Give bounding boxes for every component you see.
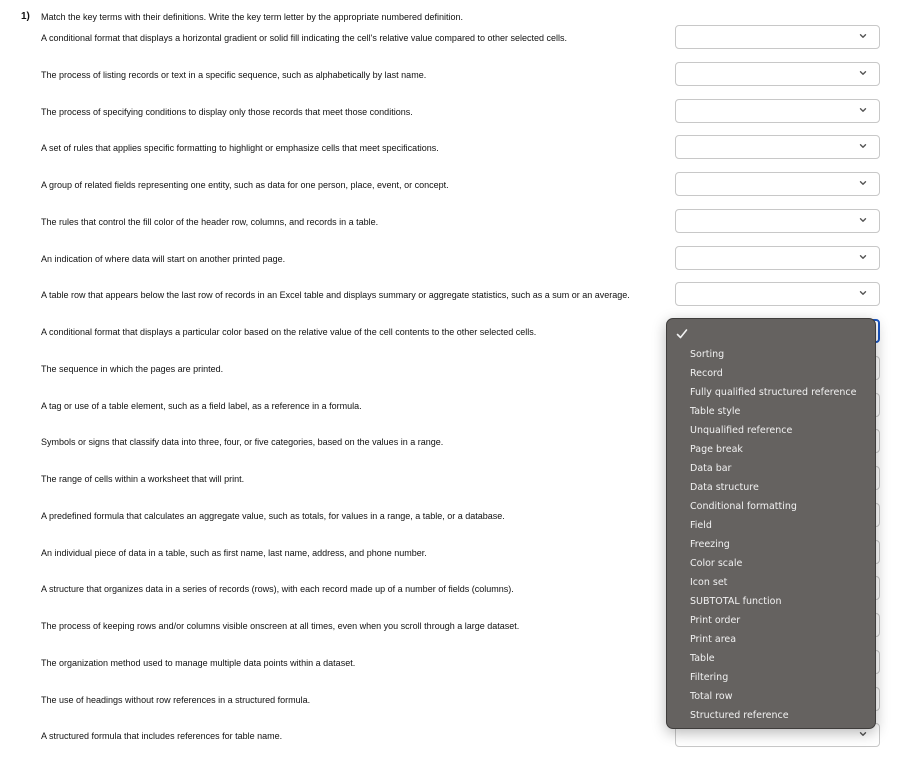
dropdown-option[interactable]: Table style bbox=[690, 402, 870, 421]
definition-text: A predefined formula that calculates an … bbox=[41, 510, 505, 521]
definition-text: The process of specifying conditions to … bbox=[41, 106, 413, 117]
definition-text: The range of cells within a worksheet th… bbox=[41, 474, 245, 484]
checkmark-icon bbox=[676, 328, 688, 340]
question-number: 1) bbox=[21, 11, 30, 22]
dropdown-option[interactable]: Total row bbox=[690, 687, 870, 706]
dropdown-option[interactable]: Table bbox=[690, 649, 870, 668]
dropdown-option[interactable]: Field bbox=[690, 516, 870, 535]
answer-select[interactable] bbox=[675, 98, 880, 123]
definition-text: A set of rules that applies specific for… bbox=[41, 143, 439, 154]
definition-text: A group of related fields representing o… bbox=[41, 180, 449, 190]
dropdown-option[interactable]: Unqualified reference bbox=[690, 421, 870, 440]
chevron-down-icon bbox=[859, 289, 867, 297]
answer-select[interactable] bbox=[675, 25, 880, 49]
dropdown-option[interactable]: Data structure bbox=[690, 478, 870, 497]
definition-text: A conditional format that displays a hor… bbox=[41, 33, 567, 43]
definition-row: A set of rules that applies specific for… bbox=[0, 135, 899, 161]
answer-select[interactable] bbox=[675, 208, 880, 233]
chevron-down-icon bbox=[859, 216, 867, 224]
chevron-down-icon bbox=[859, 253, 867, 261]
answer-select[interactable] bbox=[675, 135, 880, 160]
definition-text: A structure that organizes data in a ser… bbox=[41, 584, 514, 595]
chevron-down-icon bbox=[859, 179, 867, 187]
definition-text: A conditional format that displays a par… bbox=[41, 327, 537, 337]
definition-text: A table row that appears below the last … bbox=[41, 290, 630, 301]
answer-select[interactable] bbox=[675, 245, 880, 270]
definition-text: An indication of where data will start o… bbox=[41, 253, 286, 264]
definition-text: A tag or use of a table element, such as… bbox=[41, 400, 362, 411]
question-instruction: Match the key terms with their definitio… bbox=[41, 12, 464, 22]
chevron-down-icon bbox=[859, 730, 867, 738]
dropdown-option[interactable]: Icon set bbox=[690, 573, 870, 592]
dropdown-option[interactable]: Record bbox=[690, 364, 870, 383]
dropdown-option[interactable]: Filtering bbox=[690, 668, 870, 687]
definition-text: The rules that control the fill color of… bbox=[41, 216, 379, 227]
definition-row: The process of listing records or text i… bbox=[0, 61, 899, 88]
definition-row: The process of specifying conditions to … bbox=[0, 98, 899, 125]
definition-row: The rules that control the fill color of… bbox=[0, 208, 899, 235]
definition-row: A table row that appears below the last … bbox=[0, 282, 899, 308]
chevron-down-icon bbox=[859, 32, 867, 40]
definition-row: An indication of where data will start o… bbox=[0, 245, 899, 272]
dropdown-option[interactable]: Print area bbox=[690, 630, 870, 649]
definition-row: A conditional format that displays a hor… bbox=[0, 25, 899, 51]
dropdown-option[interactable]: Sorting bbox=[690, 345, 870, 364]
dropdown-menu[interactable]: Sorting Record Fully qualified structured … bbox=[666, 318, 876, 729]
dropdown-option[interactable]: Color scale bbox=[690, 554, 870, 573]
chevron-down-icon bbox=[859, 106, 867, 114]
definition-text: The process of listing records or text i… bbox=[41, 69, 427, 80]
dropdown-option[interactable]: SUBTOTAL function bbox=[690, 592, 870, 611]
chevron-down-icon bbox=[859, 142, 867, 150]
answer-select[interactable] bbox=[675, 172, 880, 196]
answer-select[interactable] bbox=[675, 61, 880, 86]
definition-text: An individual piece of data in a table, … bbox=[41, 547, 427, 558]
dropdown-option[interactable]: Print order bbox=[690, 611, 870, 630]
definition-text: The use of headings without row referenc… bbox=[41, 694, 311, 705]
dropdown-option[interactable]: Page break bbox=[690, 440, 870, 459]
dropdown-option[interactable]: Data bar bbox=[690, 459, 870, 478]
dropdown-option[interactable]: Conditional formatting bbox=[690, 497, 870, 516]
definition-text: A structured formula that includes refer… bbox=[41, 731, 283, 742]
dropdown-option[interactable]: Structured reference bbox=[690, 706, 870, 725]
definition-text: The organization method used to manage m… bbox=[41, 657, 356, 668]
definition-text: The sequence in which the pages are prin… bbox=[41, 363, 224, 374]
definition-text: The process of keeping rows and/or colum… bbox=[41, 621, 520, 631]
answer-select[interactable] bbox=[675, 282, 880, 307]
dropdown-option[interactable]: Fully qualified structured reference bbox=[690, 383, 870, 402]
definition-row: A group of related fields representing o… bbox=[0, 172, 899, 198]
definition-text: Symbols or signs that classify data into… bbox=[41, 437, 444, 448]
dropdown-option[interactable]: Freezing bbox=[690, 535, 870, 554]
chevron-down-icon bbox=[859, 69, 867, 77]
